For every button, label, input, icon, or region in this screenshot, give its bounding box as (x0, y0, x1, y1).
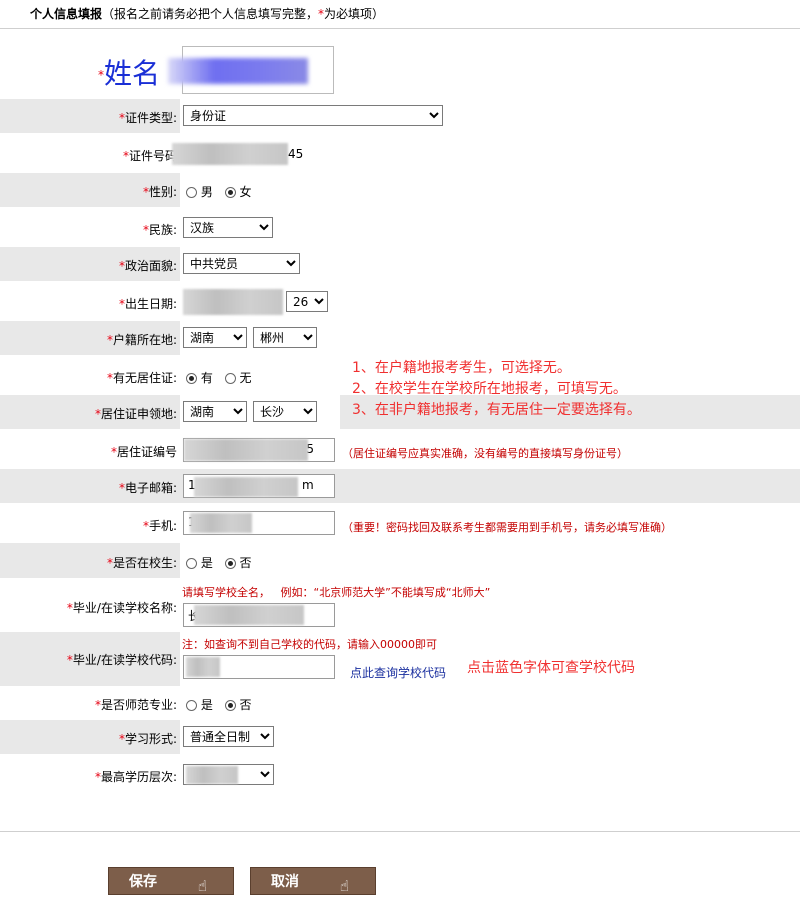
gender-label: 性别: (148, 185, 177, 199)
school-code-annotation: 点击蓝色字体可查学校代码 (467, 660, 635, 676)
in-school-row: *是否在校生: 是 否 (0, 543, 800, 578)
permit-no-radio[interactable] (224, 373, 236, 384)
birth-date-label: 出生日期: (124, 297, 177, 311)
hukou-city-select[interactable]: 郴州 (253, 327, 317, 348)
normal-major-no-label: 否 (239, 698, 252, 712)
normal-major-yes-label: 是 (200, 698, 213, 712)
gender-male-radio[interactable] (186, 187, 197, 198)
hukou-label: 户籍所在地: (112, 333, 177, 347)
phone-note: （重要！密码找回及联系考生都需要用到手机号，请务必填写准确） (342, 521, 672, 534)
study-form-label: 学习形式: (124, 732, 177, 746)
school-code-label: 毕业/在读学校代码: (72, 653, 177, 667)
form-header: 个人信息填报（报名之前请务必把个人信息填写完整，*为必填项） (0, 0, 800, 29)
school-code-hint: 注：如查询不到自己学校的代码，请输入00000即可 (182, 638, 437, 651)
redacted-phone (190, 513, 252, 533)
redacted-permit-number (184, 439, 308, 461)
study-form-row: *学习形式: 普通全日制 (0, 720, 800, 754)
annotation-list: 1、在户籍地报考考生，可选择无。 2、在校学生在学校所在地报考，可填写无。 3、… (352, 358, 641, 421)
hukou-province-select[interactable]: 湖南 (183, 327, 247, 348)
redacted-education (186, 766, 238, 784)
ethnicity-label: 民族: (148, 223, 177, 237)
in-school-yes-label: 是 (200, 556, 213, 570)
permit-yes-label: 有 (200, 371, 213, 385)
school-name-row: *毕业/在读学校名称: 请填写学校全名， 例如：“北京师范大学”不能填写成“北师… (0, 578, 800, 632)
redacted-name (168, 58, 308, 84)
gender-female-radio[interactable] (224, 187, 236, 198)
study-form-select[interactable]: 普通全日制 (183, 726, 274, 747)
redacted-birth-year-month (183, 289, 283, 315)
id-number-label: 证件号码 (128, 149, 177, 163)
education-row: *最高学历层次: (0, 754, 800, 794)
cancel-button-label: 取消 (271, 874, 299, 890)
normal-major-row: *是否师范专业: 是 否 (94, 698, 252, 712)
normal-major-yes-radio[interactable] (186, 700, 197, 711)
hukou-row: *户籍所在地: 湖南 郴州 (0, 321, 800, 355)
footer-divider (0, 831, 800, 832)
name-label: 姓名 (104, 57, 161, 90)
gender-female-label: 女 (239, 185, 252, 199)
annotation-1: 1、在户籍地报考考生，可选择无。 (352, 360, 571, 376)
in-school-no-radio[interactable] (224, 558, 236, 569)
annotation-3: 3、在非户籍地报考，有无居住一定要选择有。 (352, 402, 641, 418)
birth-date-row: *出生日期: 26 (0, 281, 800, 321)
in-school-yes-radio[interactable] (186, 558, 197, 569)
email-row: *电子邮箱: 1 m (0, 469, 800, 503)
save-button[interactable]: 保存 ☝ (108, 867, 234, 895)
political-label: 政治面貌: (124, 259, 177, 273)
birth-day-select[interactable]: 26 (286, 291, 328, 312)
permit-no-label: 无 (239, 371, 252, 385)
permit-province-select[interactable]: 湖南 (183, 401, 247, 422)
permit-number-label: 居住证编号 (116, 445, 177, 459)
cancel-button[interactable]: 取消 ☝ (250, 867, 376, 895)
school-name-label: 毕业/在读学校名称: (72, 601, 177, 615)
form-note: （报名之前请务必把个人信息填写完整，*为必填项） (102, 7, 385, 21)
normal-major-no-radio[interactable] (224, 700, 236, 711)
permit-place-label: 居住证申领地: (100, 407, 177, 421)
permit-number-row: *居住证编号 5 （居住证编号应真实准确，没有编号的直接填写身份证号） (0, 429, 800, 469)
gender-male-label: 男 (200, 185, 213, 199)
id-type-row: *证件类型: 身份证 (0, 99, 800, 133)
normal-major-label: 是否师范专业: (100, 698, 177, 712)
school-code-lookup-link[interactable]: 点此查询学校代码 (350, 664, 446, 681)
political-select[interactable]: 中共党员 (183, 253, 300, 274)
redacted-id-number (172, 143, 288, 165)
phone-row: *手机: 1 （重要！密码找回及联系考生都需要用到手机号，请务必填写准确） (0, 503, 800, 543)
education-label: 最高学历层次: (100, 770, 177, 784)
hand-pointer-icon: ☝ (197, 877, 207, 895)
in-school-label: 是否在校生: (112, 556, 177, 570)
save-button-label: 保存 (129, 874, 157, 890)
residence-permit-label: 有无居住证: (112, 371, 177, 385)
permit-number-note: （居住证编号应真实准确，没有编号的直接填写身份证号） (342, 447, 628, 460)
id-number-row: *证件号码 45 (0, 133, 800, 173)
ethnicity-row: *民族: 汉族 (0, 207, 800, 247)
school-code-row: *毕业/在读学校代码: 注：如查询不到自己学校的代码，请输入00000即可 点此… (0, 632, 800, 686)
political-row: *政治面貌: 中共党员 (0, 247, 800, 281)
phone-label: 手机: (148, 519, 177, 533)
email-label: 电子邮箱: (124, 481, 177, 495)
id-number-value: 45 (288, 147, 304, 161)
gender-row: *性别: 男 女 (0, 173, 800, 207)
hand-pointer-icon: ☝ (339, 877, 349, 895)
in-school-no-label: 否 (239, 556, 252, 570)
redacted-school-name (194, 605, 304, 625)
id-type-label: 证件类型: (124, 111, 177, 125)
permit-city-select[interactable]: 长沙 (253, 401, 317, 422)
school-name-hint: 请填写学校全名， 例如：“北京师范大学”不能填写成“北师大” (182, 586, 491, 599)
ethnicity-select[interactable]: 汉族 (183, 217, 273, 238)
name-row: * 姓名 (0, 40, 800, 98)
permit-yes-radio[interactable] (186, 373, 197, 384)
redacted-school-code (186, 657, 220, 677)
form-title: 个人信息填报 (30, 7, 103, 21)
id-type-select[interactable]: 身份证 (183, 105, 443, 126)
redacted-email (194, 477, 298, 497)
annotation-2: 2、在校学生在学校所在地报考，可填写无。 (352, 381, 627, 397)
